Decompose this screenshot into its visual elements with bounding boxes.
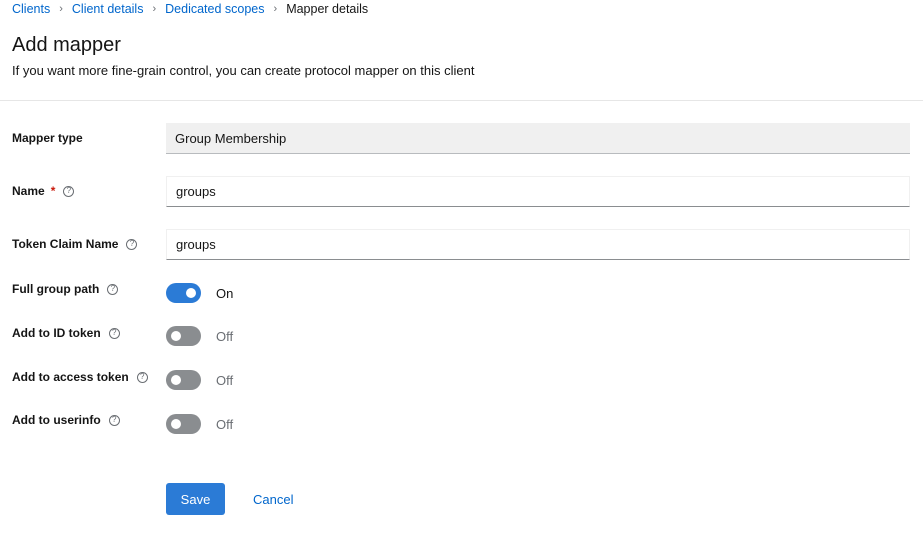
add-to-access-token-row: Add to access token ?	[12, 370, 148, 384]
mapper-type-field: Group Membership	[166, 123, 910, 154]
add-to-userinfo-toggle[interactable]: Off	[166, 414, 233, 434]
add-to-access-token-toggle[interactable]: Off	[166, 370, 233, 390]
toggle-state-label: On	[216, 285, 234, 301]
page-title: Add mapper	[12, 34, 121, 56]
breadcrumb-client-details[interactable]: Client details	[72, 2, 144, 16]
add-to-id-token-toggle[interactable]: Off	[166, 326, 233, 346]
help-icon[interactable]: ?	[107, 283, 119, 295]
save-button[interactable]: Save	[166, 483, 225, 515]
help-icon[interactable]: ?	[136, 371, 148, 383]
toggle-knob	[171, 331, 181, 341]
mapper-type-label: Mapper type	[12, 131, 83, 145]
mapper-type-value: Group Membership	[175, 130, 287, 146]
help-icon[interactable]: ?	[126, 238, 138, 250]
add-to-id-token-row: Add to ID token ?	[12, 326, 120, 340]
toggle-state-label: Off	[216, 328, 234, 344]
name-label-text: Name	[12, 184, 45, 198]
header-divider	[0, 100, 923, 101]
add-to-userinfo-row: Add to userinfo ?	[12, 413, 120, 427]
name-label: Name * ?	[12, 184, 75, 198]
breadcrumb-clients[interactable]: Clients	[12, 2, 50, 16]
cancel-button[interactable]: Cancel	[243, 483, 303, 515]
token-claim-name-input-wrapper	[166, 229, 910, 260]
token-claim-name-label: Token Claim Name ?	[12, 237, 138, 251]
required-mark: *	[50, 184, 56, 198]
full-group-path-toggle[interactable]: On	[166, 283, 233, 303]
add-to-access-token-label-text: Add to access token	[12, 370, 129, 384]
breadcrumb-dedicated-scopes[interactable]: Dedicated scopes	[165, 2, 264, 16]
page-description: If you want more fine-grain control, you…	[12, 63, 475, 78]
breadcrumb: Clients › Client details › Dedicated sco…	[12, 1, 368, 17]
full-group-path-row: Full group path ?	[12, 282, 119, 296]
chevron-right-icon: ›	[152, 3, 157, 15]
mapper-type-row: Mapper type	[12, 131, 83, 145]
token-claim-name-input[interactable]	[176, 237, 900, 252]
toggle-state-label: Off	[216, 416, 234, 432]
toggle-switch[interactable]	[166, 283, 201, 303]
full-group-path-label: Full group path ?	[12, 282, 119, 296]
toggle-knob	[171, 419, 181, 429]
toggle-switch[interactable]	[166, 414, 201, 434]
name-input-wrapper	[166, 176, 910, 207]
chevron-right-icon: ›	[273, 3, 278, 15]
toggle-knob	[171, 375, 181, 385]
help-icon[interactable]: ?	[108, 327, 120, 339]
chevron-right-icon: ›	[59, 3, 63, 15]
add-to-access-token-label: Add to access token ?	[12, 370, 148, 384]
toggle-knob	[186, 288, 196, 298]
toggle-switch[interactable]	[166, 326, 201, 346]
help-icon[interactable]: ?	[108, 414, 120, 426]
breadcrumb-current: Mapper details	[286, 2, 369, 16]
help-icon[interactable]: ?	[63, 185, 75, 197]
add-to-userinfo-label: Add to userinfo ?	[12, 413, 120, 427]
token-claim-name-label-text: Token Claim Name	[12, 237, 119, 251]
toggle-switch[interactable]	[166, 370, 201, 390]
add-to-id-token-label: Add to ID token ?	[12, 326, 120, 340]
name-input[interactable]	[176, 184, 900, 199]
token-claim-name-row: Token Claim Name ?	[12, 237, 138, 251]
full-group-path-label-text: Full group path	[12, 282, 100, 296]
name-row: Name * ?	[12, 184, 75, 198]
toggle-state-label: Off	[216, 372, 234, 388]
add-to-id-token-label-text: Add to ID token	[12, 326, 101, 340]
add-to-userinfo-label-text: Add to userinfo	[12, 413, 101, 427]
